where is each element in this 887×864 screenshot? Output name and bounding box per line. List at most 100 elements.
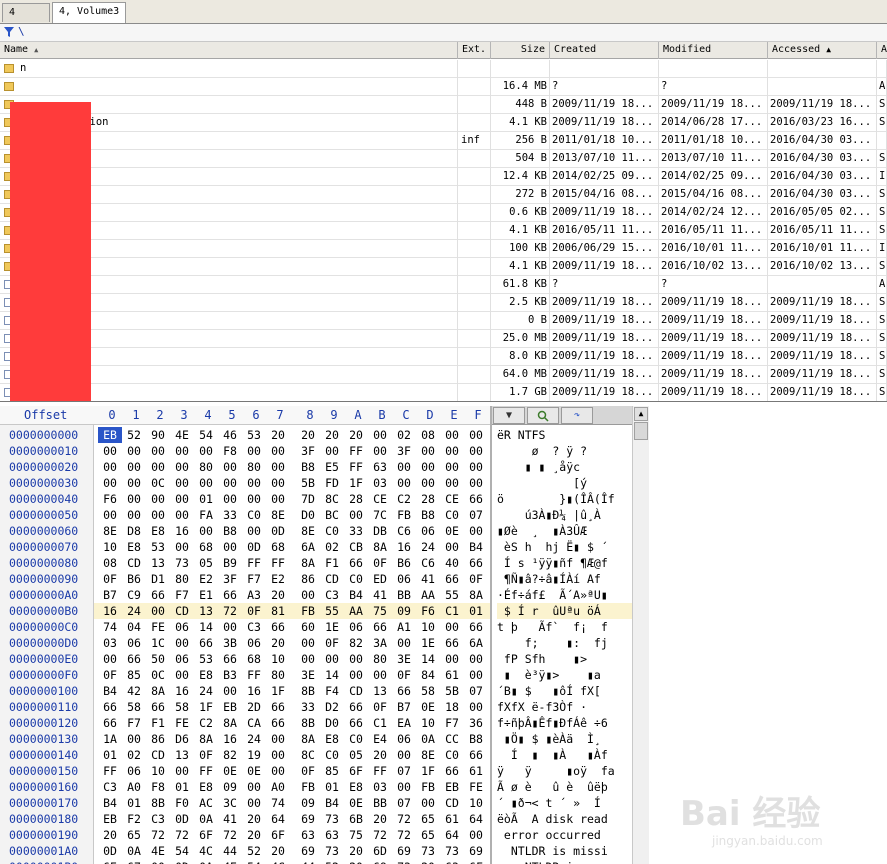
ascii-row[interactable]: ö }▮(ÎÂ(Îf bbox=[497, 491, 632, 507]
hex-byte[interactable]: C2 bbox=[392, 491, 416, 507]
hex-byte[interactable]: 00 bbox=[440, 539, 464, 555]
hex-byte[interactable]: 10 bbox=[464, 795, 488, 811]
hex-byte[interactable]: 00 bbox=[440, 475, 464, 491]
hex-byte[interactable]: FF bbox=[344, 443, 368, 459]
ascii-row[interactable]: ▮ ▮ ¸åÿc bbox=[497, 459, 632, 475]
hex-byte[interactable]: 00 bbox=[242, 475, 266, 491]
hex-byte[interactable]: 03 bbox=[368, 475, 392, 491]
hex-row[interactable]: 0F 85 0C 00 E8 B3 FF 80 3E 14 00 00 0F 84 61 00 bbox=[94, 667, 490, 683]
dropdown-button[interactable]: ▼ bbox=[493, 407, 525, 424]
hex-byte[interactable]: 66 bbox=[392, 683, 416, 699]
tab-volume[interactable]: 4, Volume3 bbox=[52, 2, 126, 23]
file-row[interactable]: 64.0 MB 2009/11/19 18... 2009/11/19 18... 2… bbox=[0, 366, 887, 384]
hex-byte[interactable]: 68 bbox=[266, 539, 290, 555]
hex-byte[interactable]: 28 bbox=[344, 491, 368, 507]
ascii-row[interactable]: $ Í r ûUªu öÁ bbox=[497, 603, 632, 619]
hex-byte[interactable]: 44 bbox=[296, 859, 320, 864]
hex-byte[interactable]: 00 bbox=[392, 779, 416, 795]
hex-byte[interactable]: EB bbox=[440, 779, 464, 795]
hex-row[interactable]: 16 24 00 CD 13 72 0F 81 FB 55 AA 75 09 F6 C1 01 bbox=[94, 603, 490, 619]
hex-byte[interactable]: 66 bbox=[218, 651, 242, 667]
hex-byte[interactable]: 00 bbox=[218, 619, 242, 635]
hex-byte[interactable]: 66 bbox=[266, 699, 290, 715]
hex-byte[interactable]: 00 bbox=[440, 651, 464, 667]
hex-byte[interactable]: 00 bbox=[464, 667, 488, 683]
hex-byte[interactable]: 06 bbox=[170, 651, 194, 667]
hex-byte[interactable]: 00 bbox=[368, 443, 392, 459]
hex-byte[interactable]: 65 bbox=[416, 811, 440, 827]
hex-byte[interactable]: 63 bbox=[440, 859, 464, 864]
hex-byte[interactable]: F2 bbox=[122, 811, 146, 827]
hex-row[interactable]: 74 04 FE 06 14 00 C3 66 60 1E 06 66 A1 10 00 66 bbox=[94, 619, 490, 635]
hex-byte[interactable]: 20 bbox=[242, 827, 266, 843]
hex-byte[interactable]: 5B bbox=[440, 683, 464, 699]
hex-byte[interactable]: A0 bbox=[122, 779, 146, 795]
hex-byte[interactable]: 00 bbox=[194, 523, 218, 539]
hex-row[interactable]: FF 06 10 00 FF 0E 0E 00 0F 85 6F FF 07 1F 66 61 bbox=[94, 763, 490, 779]
hex-byte[interactable]: CB bbox=[344, 539, 368, 555]
hex-byte[interactable]: 13 bbox=[146, 555, 170, 571]
hex-byte[interactable]: 14 bbox=[320, 667, 344, 683]
hex-byte[interactable]: 00 bbox=[218, 539, 242, 555]
ascii-row[interactable]: ø ? ÿ ? bbox=[497, 443, 632, 459]
hex-byte[interactable]: 00 bbox=[170, 475, 194, 491]
hex-byte[interactable]: 00 bbox=[170, 539, 194, 555]
hex-byte[interactable]: 00 bbox=[218, 475, 242, 491]
hex-byte[interactable]: 74 bbox=[266, 795, 290, 811]
hex-row[interactable]: 10 E8 53 00 68 00 0D 68 6A 02 CB 8A 16 24 00 B4 bbox=[94, 539, 490, 555]
hex-byte[interactable]: 7C bbox=[368, 507, 392, 523]
hex-byte[interactable]: 06 bbox=[122, 635, 146, 651]
hex-byte[interactable]: 58 bbox=[122, 699, 146, 715]
hex-byte[interactable]: 8A bbox=[194, 731, 218, 747]
hex-byte[interactable]: C0 bbox=[344, 731, 368, 747]
hex-byte[interactable]: F6 bbox=[416, 603, 440, 619]
hex-byte[interactable]: 64 bbox=[464, 811, 488, 827]
hex-byte[interactable]: 66 bbox=[464, 619, 488, 635]
hex-byte[interactable]: EB bbox=[98, 427, 122, 443]
hex-byte[interactable]: 73 bbox=[416, 843, 440, 859]
hex-byte[interactable]: 5B bbox=[296, 475, 320, 491]
hex-byte[interactable]: 66 bbox=[266, 715, 290, 731]
hex-byte[interactable]: D8 bbox=[122, 523, 146, 539]
hex-row[interactable]: B7 C9 66 F7 E1 66 A3 20 00 C3 B4 41 BB AA 55 8A bbox=[94, 587, 490, 603]
hex-byte[interactable]: 84 bbox=[416, 667, 440, 683]
hex-byte[interactable]: 13 bbox=[368, 683, 392, 699]
hex-byte[interactable]: C1 bbox=[440, 603, 464, 619]
hex-byte[interactable]: FF bbox=[266, 555, 290, 571]
hex-byte[interactable]: 00 bbox=[170, 459, 194, 475]
ascii-row[interactable]: ▮Øè ¸ ▮À3ÛÆ bbox=[497, 523, 632, 539]
hex-byte[interactable]: 6F bbox=[266, 827, 290, 843]
column-header-created[interactable]: Created bbox=[550, 42, 659, 59]
ascii-row[interactable]: f÷ñþÂ▮Êf▮ÐfÁê ÷6 bbox=[497, 715, 632, 731]
hex-byte[interactable]: AA bbox=[344, 603, 368, 619]
ascii-row[interactable]: ëR NTFS bbox=[497, 427, 632, 443]
hex-byte[interactable]: B4 bbox=[98, 795, 122, 811]
hex-byte[interactable]: F0 bbox=[170, 795, 194, 811]
hex-byte[interactable]: 8A bbox=[146, 683, 170, 699]
hex-byte[interactable]: 00 bbox=[146, 443, 170, 459]
file-row[interactable]: 2.5 KB 2009/11/19 18... 2009/11/19 18... 20… bbox=[0, 294, 887, 312]
hex-byte[interactable]: EB bbox=[218, 699, 242, 715]
hex-byte[interactable]: 1F bbox=[194, 699, 218, 715]
hex-byte[interactable]: 61 bbox=[440, 667, 464, 683]
hex-byte[interactable]: 68 bbox=[194, 539, 218, 555]
hex-byte[interactable]: 55 bbox=[440, 587, 464, 603]
hex-byte[interactable]: 02 bbox=[320, 539, 344, 555]
file-row[interactable]: 25.0 MB 2009/11/19 18... 2009/11/19 18... 2… bbox=[0, 330, 887, 348]
hex-byte[interactable]: 0A bbox=[416, 731, 440, 747]
hex-byte[interactable]: 80 bbox=[368, 651, 392, 667]
hex-byte[interactable]: 00 bbox=[392, 635, 416, 651]
hex-byte[interactable]: E8 bbox=[194, 779, 218, 795]
hex-byte[interactable]: 00 bbox=[170, 763, 194, 779]
hex-byte[interactable]: 6A bbox=[296, 539, 320, 555]
hex-byte[interactable]: 53 bbox=[146, 539, 170, 555]
hex-byte[interactable]: 0F bbox=[98, 667, 122, 683]
hex-byte[interactable]: 00 bbox=[98, 475, 122, 491]
hex-byte[interactable]: 24 bbox=[416, 539, 440, 555]
hex-byte[interactable]: F6 bbox=[98, 491, 122, 507]
hex-byte[interactable]: E1 bbox=[194, 587, 218, 603]
hex-byte[interactable]: 07 bbox=[464, 507, 488, 523]
hex-byte[interactable]: 33 bbox=[344, 523, 368, 539]
ascii-row[interactable]: ng NTLDR is co bbox=[497, 859, 632, 864]
hex-byte[interactable]: 16 bbox=[392, 539, 416, 555]
